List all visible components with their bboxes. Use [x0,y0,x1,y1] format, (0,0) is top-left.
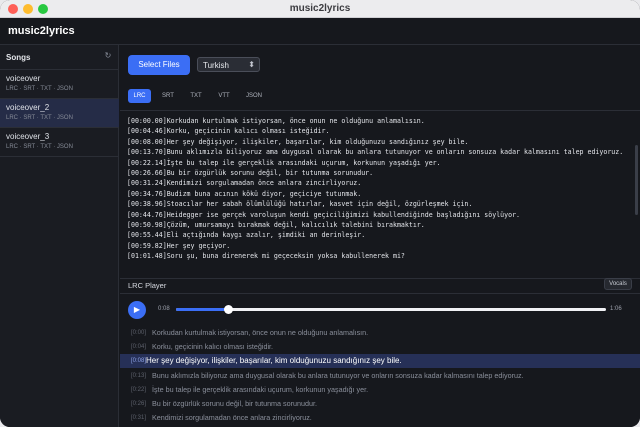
lyrics-line: [01:01.48]Soru şu, buna direnerek mi geç… [127,252,405,261]
player-lyric-line[interactable]: [0:04] Korku, geçicinin kalıcı olması is… [120,340,640,354]
player-lyric-line[interactable]: [0:13] Bunu aklımızla biliyoruz ama duyg… [120,369,640,383]
app-window: music2lyrics music2lyrics Songs ↻ voiceo… [0,0,640,427]
play-icon: ▶ [133,305,141,314]
player-title: LRC Player [128,281,167,290]
song-name: voiceover_3 [6,132,50,141]
player-lyric-line[interactable]: [0:31] Kendimizi sorgulamadan önce anlar… [120,411,640,425]
play-button[interactable]: ▶ [128,301,146,319]
lyrics-line: [00:50.98]Çözüm, umursamayı bırakmak değ… [127,221,425,230]
divider [120,293,640,294]
song-name: voiceover_2 [6,103,50,112]
lyrics-scrollbar[interactable] [635,145,638,215]
duration-time: 1:06 [610,306,622,312]
player-lyrics-list: [0:00] Korkudan kurtulmak istiyorsan, ön… [120,326,640,427]
tab-vtt[interactable]: VTT [212,89,236,103]
language-value: Turkish [203,61,229,70]
player-lyric-line[interactable]: [0:22] İşte bu talep ile gerçeklik arası… [120,383,640,397]
window-titlebar: music2lyrics [0,0,640,18]
lyrics-line: [00:26.66]Bu bir özgürlük sorunu değil, … [127,169,374,178]
line-timestamp: [0:00] [131,330,147,336]
lyrics-line: [00:44.76]Heidegger ise gerçek varoluşun… [127,210,521,219]
select-files-button[interactable]: Select Files [128,55,190,75]
progress-knob[interactable] [224,305,234,314]
line-text: Kendimizi sorgulamadan önce anlara zinci… [152,413,312,422]
line-timestamp: [0:31] [131,415,147,421]
language-select[interactable]: Turkish ⬍ [197,57,260,72]
song-item-voiceover[interactable]: voiceover LRC · SRT · TXT · JSON [0,70,119,99]
line-timestamp: [0:26] [131,401,147,407]
line-text: Bu bir özgürlük sorunu değil, bir tutunm… [152,399,318,408]
lyrics-line: [00:00.00]Korkudan kurtulmak istiyorsan,… [127,117,425,125]
line-timestamp: [0:04] [131,344,147,350]
main-panel: Select Files Turkish ⬍ LRC SRT TXT VTT J… [120,45,640,427]
progress-fill [176,308,229,311]
lyrics-line: [00:59.82]Her şey geçiyor. [127,241,231,250]
song-formats: LRC · SRT · TXT · JSON [6,86,73,92]
chevron-updown-icon: ⬍ [248,60,255,69]
song-item-voiceover-3[interactable]: voiceover_3 LRC · SRT · TXT · JSON [0,128,119,157]
song-name: voiceover [6,74,41,83]
song-item-voiceover-2[interactable]: voiceover_2 LRC · SRT · TXT · JSON [0,99,119,128]
tab-json[interactable]: JSON [241,89,267,103]
lyrics-line: [00:38.96]Stoacılar her sabah ölümlülüğü… [127,200,473,209]
app-header: music2lyrics [0,18,640,45]
line-text: Korku, geçicinin kalıcı olması isteğidir… [152,342,274,351]
player-lyric-line[interactable]: [0:26] Bu bir özgürlük sorunu değil, bir… [120,397,640,411]
tab-txt[interactable]: TXT [184,89,208,103]
songs-sidebar: Songs ↻ voiceover LRC · SRT · TXT · JSON… [0,45,119,427]
lyrics-line: [00:22.14]İşte bu talep ile gerçeklik ar… [127,158,441,167]
app-name: music2lyrics [8,25,75,37]
line-text: Bunu aklımızla biliyoruz ama duygusal ol… [152,371,524,380]
lyrics-line: [00:34.76]Budizm buna acının kökü diyor,… [127,189,362,198]
progress-slider[interactable] [176,305,606,314]
tab-srt[interactable]: SRT [156,89,180,103]
line-timestamp: [0:22] [131,387,147,393]
lyrics-line: [00:55.44]Eli açtığında kaygı azalır, şi… [127,231,366,240]
vocals-button[interactable]: Vocals [604,278,632,290]
current-time: 0:08 [158,306,170,312]
window-title: music2lyrics [289,3,351,14]
refresh-icon[interactable]: ↻ [103,51,113,61]
sidebar-header: Songs ↻ [0,45,119,70]
divider [120,110,640,111]
song-formats: LRC · SRT · TXT · JSON [6,115,73,121]
song-formats: LRC · SRT · TXT · JSON [6,144,73,150]
sidebar-title: Songs [6,53,31,62]
line-text: Her şey değişiyor, ilişkiler, başarılar,… [146,356,402,365]
lyrics-line: [00:04.46]Korku, geçicinin kalıcı olması… [127,127,330,136]
tab-lrc[interactable]: LRC [128,89,151,103]
line-timestamp: [0:08] [131,358,147,364]
lyrics-text-view[interactable]: [00:00.00]Korkudan kurtulmak istiyorsan,… [127,116,635,276]
player-lyric-line-current[interactable]: [0:08] Her şey değişiyor, ilişkiler, baş… [120,354,640,368]
line-text: İşte bu talep ile gerçeklik arasındaki u… [152,385,369,394]
lyrics-line: [00:31.24]Kendimizi sorgulamadan önce an… [127,179,362,188]
line-timestamp: [0:13] [131,373,147,379]
lyrics-line: [00:13.70]Bunu aklımızla biliyoruz ama d… [127,148,624,157]
line-text: Korkudan kurtulmak istiyorsan, önce onun… [152,328,369,337]
lyrics-line: [00:08.00]Her şey değişiyor, ilişkiler, … [127,137,469,146]
divider [120,278,640,279]
player-lyric-line[interactable]: [0:00] Korkudan kurtulmak istiyorsan, ön… [120,326,640,340]
